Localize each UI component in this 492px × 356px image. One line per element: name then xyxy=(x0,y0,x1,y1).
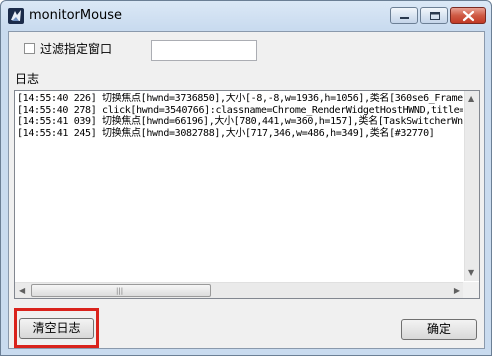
filter-window-label[interactable]: 过滤指定窗口 xyxy=(40,40,112,57)
log-label: 日志 xyxy=(15,72,40,86)
log-line: [14:55:41 245] 切换焦点[hwnd=3082788],大小[717… xyxy=(17,127,435,139)
scroll-up-icon[interactable]: ▲ xyxy=(468,94,474,104)
window-title: monitorMouse xyxy=(29,8,123,23)
maximize-button[interactable] xyxy=(420,7,448,24)
log-textarea[interactable]: [14:55:40 226] 切换焦点[hwnd=3736850],大小[-8,… xyxy=(14,90,480,299)
maximize-icon xyxy=(430,12,440,20)
annotation-highlight-box xyxy=(14,308,99,348)
filter-window-input[interactable] xyxy=(151,40,257,61)
close-button[interactable] xyxy=(450,7,486,24)
scrollbar-corner xyxy=(463,282,479,298)
grip-icon: ||| xyxy=(116,287,124,295)
vertical-scrollbar[interactable]: ▲ ▼ xyxy=(464,91,479,281)
minimize-icon xyxy=(400,17,409,19)
dialog-body: 过滤指定窗口 日志 [14:55:40 226] 切换焦点[hwnd=37368… xyxy=(8,31,485,349)
title-bar[interactable]: monitorMouse xyxy=(1,1,491,31)
scroll-down-icon[interactable]: ▼ xyxy=(468,268,474,278)
ok-button[interactable]: 确定 xyxy=(401,319,477,340)
log-line: [14:55:40 226] 切换焦点[hwnd=3736850],大小[-8,… xyxy=(17,93,463,104)
close-icon xyxy=(462,10,475,22)
app-window: monitorMouse 过滤指定窗口 日志 [14:55:40 226] 切换… xyxy=(0,0,492,356)
minimize-button[interactable] xyxy=(390,7,418,24)
log-lines: [14:55:40 226] 切换焦点[hwnd=3736850],大小[-8,… xyxy=(17,93,463,280)
log-line: [14:55:41 039] 切换焦点[hwnd=66196],大小[780,4… xyxy=(17,116,463,127)
horizontal-scroll-thumb[interactable]: ||| xyxy=(31,284,211,297)
app-icon xyxy=(8,8,24,24)
log-line: [14:55:40 278] click[hwnd=3540766]:class… xyxy=(17,104,463,116)
horizontal-scrollbar[interactable]: ◀ ||| ▶ xyxy=(15,282,464,298)
scroll-right-icon[interactable]: ▶ xyxy=(454,286,460,296)
scroll-left-icon[interactable]: ◀ xyxy=(19,286,25,296)
filter-window-checkbox[interactable] xyxy=(24,43,35,54)
